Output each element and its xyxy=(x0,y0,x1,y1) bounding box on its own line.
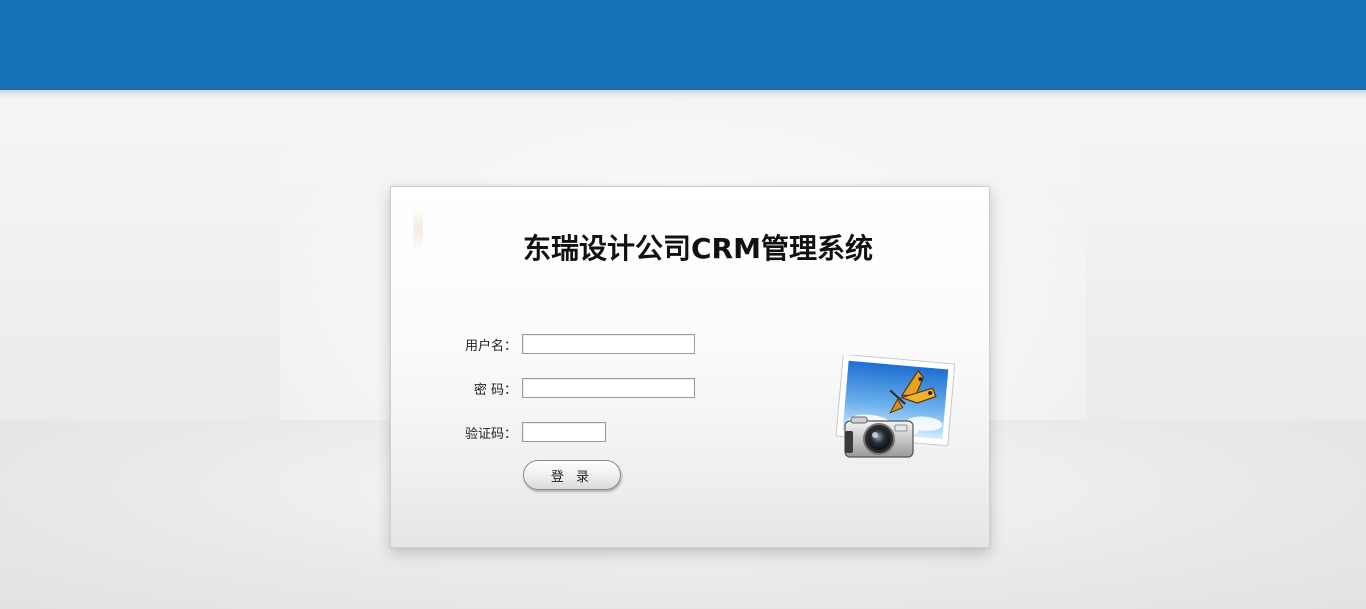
username-label: 用户名： xyxy=(464,338,517,354)
username-row: 用户名： xyxy=(455,333,695,355)
captcha-row: 验证码： xyxy=(455,421,606,443)
page-title: 东瑞设计公司CRM管理系统 xyxy=(523,232,873,265)
password-label: 密 码： xyxy=(473,382,517,398)
password-input[interactable] xyxy=(522,378,695,398)
login-button[interactable]: 登 录 xyxy=(523,460,621,490)
captcha-label: 验证码： xyxy=(464,426,517,442)
header-band xyxy=(0,0,1366,90)
login-panel: 东瑞设计公司CRM管理系统 用户名： 密 码： 验证码： 登 录 xyxy=(390,186,990,548)
username-input[interactable] xyxy=(522,334,695,354)
password-row: 密 码： xyxy=(455,377,695,399)
camera-photo-icon xyxy=(835,355,955,458)
captcha-input[interactable] xyxy=(522,422,606,442)
